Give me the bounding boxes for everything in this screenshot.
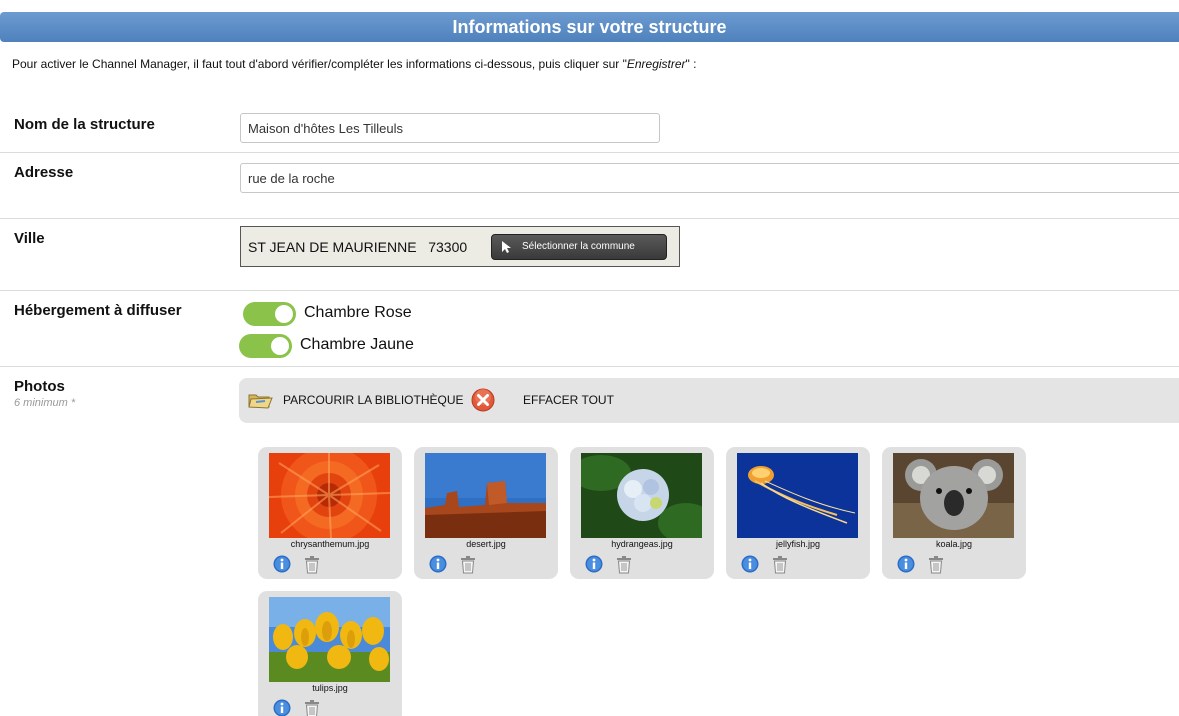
select-commune-label: Sélectionner la commune bbox=[522, 241, 635, 252]
photo-thumbnail[interactable] bbox=[425, 453, 546, 538]
label-hebergement: Hébergement à diffuser bbox=[14, 302, 182, 319]
nom-structure-input[interactable] bbox=[240, 113, 660, 143]
clear-all-button[interactable]: EFFACER TOUT bbox=[471, 388, 614, 412]
divider bbox=[0, 366, 1179, 367]
photo-filename: desert.jpg bbox=[466, 539, 506, 549]
section-banner: Informations sur votre structure bbox=[0, 12, 1179, 42]
ville-value: ST JEAN DE MAURIENNE 73300 bbox=[248, 239, 468, 255]
label-nom-structure: Nom de la structure bbox=[14, 116, 155, 133]
browse-library-label: PARCOURIR LA BIBLIOTHÈQUE bbox=[283, 393, 464, 407]
photo-filename: tulips.jpg bbox=[312, 683, 348, 693]
browse-library-button[interactable]: PARCOURIR LA BIBLIOTHÈQUE bbox=[247, 388, 464, 412]
photos-toolbar: PARCOURIR LA BIBLIOTHÈQUE EFFACER TOUT bbox=[239, 378, 1179, 423]
photo-thumbnail[interactable] bbox=[581, 453, 702, 538]
trash-icon[interactable] bbox=[615, 555, 633, 574]
label-ville: Ville bbox=[14, 230, 45, 247]
delete-x-icon bbox=[471, 388, 495, 412]
photo-card: tulips.jpg bbox=[258, 591, 402, 716]
photo-thumbnail[interactable] bbox=[893, 453, 1014, 538]
trash-icon[interactable] bbox=[459, 555, 477, 574]
folder-icon bbox=[248, 394, 273, 409]
photo-thumbnail[interactable] bbox=[269, 597, 390, 682]
photo-filename: jellyfish.jpg bbox=[775, 539, 821, 549]
toggle-chambre-rose[interactable] bbox=[243, 302, 296, 326]
photo-filename: koala.jpg bbox=[935, 539, 973, 549]
info-icon[interactable] bbox=[429, 555, 447, 573]
divider bbox=[0, 152, 1179, 153]
info-icon[interactable] bbox=[273, 555, 291, 573]
info-icon[interactable] bbox=[741, 555, 759, 573]
photo-thumbnail[interactable] bbox=[269, 453, 390, 538]
photos-minimum-note: 6 minimum * bbox=[14, 397, 76, 409]
chambre-jaune-label: Chambre Jaune bbox=[300, 336, 414, 353]
info-icon[interactable] bbox=[585, 555, 603, 573]
ville-field: ST JEAN DE MAURIENNE 73300 Sélectionner … bbox=[240, 226, 680, 267]
trash-icon[interactable] bbox=[303, 555, 321, 574]
toggle-chambre-jaune[interactable] bbox=[239, 334, 292, 358]
adresse-input[interactable] bbox=[240, 163, 1179, 193]
chambre-rose-label: Chambre Rose bbox=[304, 304, 412, 321]
photo-filename: hydrangeas.jpg bbox=[611, 539, 673, 549]
toggle-knob bbox=[271, 337, 289, 355]
photo-card: chrysanthemum.jpg bbox=[258, 447, 402, 579]
photo-thumbnail[interactable] bbox=[737, 453, 858, 538]
photo-card: koala.jpg bbox=[882, 447, 1026, 579]
trash-icon[interactable] bbox=[303, 699, 321, 716]
label-photos: Photos bbox=[14, 378, 65, 395]
select-commune-button[interactable]: Sélectionner la commune bbox=[491, 234, 667, 260]
photo-card: hydrangeas.jpg bbox=[570, 447, 714, 579]
info-icon[interactable] bbox=[897, 555, 915, 573]
intro-text: Pour activer le Channel Manager, il faut… bbox=[12, 57, 697, 71]
info-icon[interactable] bbox=[273, 699, 291, 716]
toggle-knob bbox=[275, 305, 293, 323]
trash-icon[interactable] bbox=[771, 555, 789, 574]
label-adresse: Adresse bbox=[14, 164, 74, 181]
photo-card: desert.jpg bbox=[414, 447, 558, 579]
clear-all-label: EFFACER TOUT bbox=[523, 393, 614, 407]
cursor-arrow-icon bbox=[502, 241, 511, 253]
divider bbox=[0, 290, 1179, 291]
photo-card: jellyfish.jpg bbox=[726, 447, 870, 579]
photo-filename: chrysanthemum.jpg bbox=[290, 539, 370, 549]
trash-icon[interactable] bbox=[927, 555, 945, 574]
divider bbox=[0, 218, 1179, 219]
